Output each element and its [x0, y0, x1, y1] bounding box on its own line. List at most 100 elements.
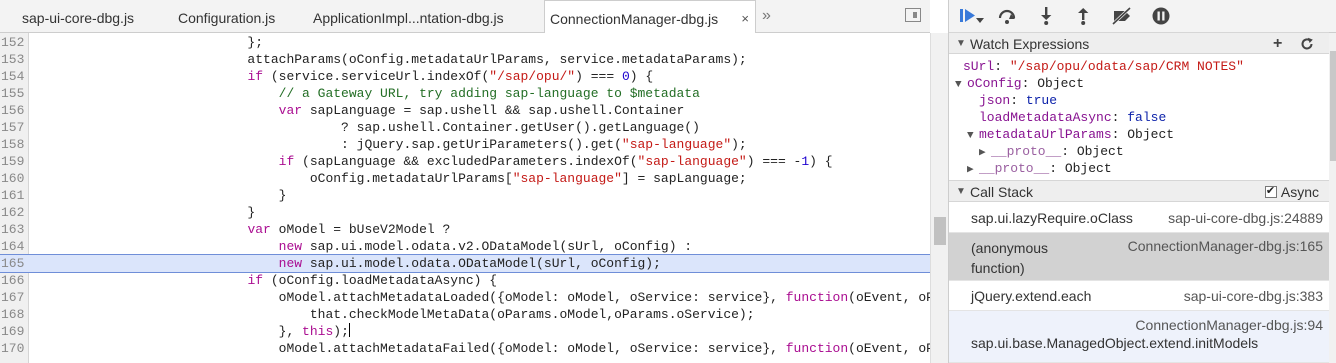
- scrollbar-thumb[interactable]: [1330, 51, 1336, 161]
- watch-entry[interactable]: sUrl: "/sap/opu/odata/sap/CRM NOTES": [955, 58, 1244, 75]
- dropdown-caret-icon[interactable]: [976, 18, 984, 24]
- code-line[interactable]: 163 var oModel = bUseV2Model ?: [0, 221, 930, 238]
- close-icon[interactable]: ×: [741, 1, 749, 33]
- line-number[interactable]: 169: [0, 323, 29, 340]
- code-text: }, this);: [29, 323, 350, 339]
- code-line[interactable]: 164 new sap.ui.model.odata.v2.ODataModel…: [0, 238, 930, 255]
- step-out-icon[interactable]: [1072, 5, 1094, 27]
- code-line[interactable]: 156 var sapLanguage = sap.ushell && sap.…: [0, 102, 930, 119]
- code-text: }: [29, 188, 287, 203]
- more-tabs-icon[interactable]: »: [762, 0, 771, 33]
- code-line[interactable]: 162 }: [0, 204, 930, 221]
- line-number[interactable]: 157: [0, 119, 29, 136]
- scrollbar-thumb[interactable]: [934, 217, 946, 245]
- line-number[interactable]: 168: [0, 306, 29, 323]
- text-cursor: [348, 323, 350, 337]
- code-line[interactable]: 170 oModel.attachMetadataFailed({oModel:…: [0, 340, 930, 357]
- code-line[interactable]: 158 : jQuery.sap.getUriParameters().get(…: [0, 136, 930, 153]
- code-line[interactable]: 168 that.checkModelMetaData(oParams.oMod…: [0, 306, 930, 323]
- code-line[interactable]: 152 };: [0, 34, 930, 51]
- step-over-icon[interactable]: [996, 5, 1018, 27]
- code-line[interactable]: 167 oModel.attachMetadataLoaded({oModel:…: [0, 289, 930, 306]
- collapsed-triangle-icon[interactable]: ▶: [967, 162, 979, 179]
- expand-triangle-icon[interactable]: ▼: [967, 128, 979, 145]
- expand-triangle-icon[interactable]: ▼: [955, 77, 967, 94]
- code-editor[interactable]: 152 }; 153 attachParams(oConfig.metadataU…: [0, 33, 930, 363]
- call-stack-frame[interactable]: jQuery.extend.each sap-ui-core-dbg.js:383: [949, 281, 1329, 311]
- line-number[interactable]: 152: [0, 34, 29, 51]
- watch-expressions-title: Watch Expressions: [970, 36, 1090, 52]
- code-line[interactable]: 154 if (service.serviceUrl.indexOf("/sap…: [0, 68, 930, 85]
- watch-entry[interactable]: ▼ oConfig: Object: [955, 75, 1084, 92]
- step-into-icon[interactable]: [1035, 5, 1057, 27]
- line-number[interactable]: 163: [0, 221, 29, 238]
- line-number[interactable]: 159: [0, 153, 29, 170]
- code-text: that.checkModelMetaData(oParams.oModel,o…: [29, 307, 755, 322]
- code-text: var sapLanguage = sap.ushell && sap.ushe…: [278, 103, 685, 118]
- line-number[interactable]: 164: [0, 238, 29, 255]
- code-line[interactable]: 159 if (sapLanguage && excludedParameter…: [0, 153, 930, 170]
- watch-value: Object: [1127, 127, 1175, 142]
- pause-on-exceptions-icon[interactable]: [1150, 5, 1172, 27]
- code-line[interactable]: 160 oConfig.metadataUrlParams["sap-langu…: [0, 170, 930, 187]
- refresh-watch-button[interactable]: [1300, 37, 1314, 56]
- tab-label: Configuration.js: [178, 10, 276, 26]
- watch-separator: :: [1061, 144, 1077, 159]
- watch-value: Object: [1076, 144, 1124, 159]
- line-number[interactable]: 162: [0, 204, 29, 221]
- tab-label: ApplicationImpl...ntation-dbg.js: [313, 10, 504, 26]
- call-stack-frame[interactable]: (anonymous function) ConnectionManager-db…: [949, 233, 1329, 281]
- frame-location-link[interactable]: sap-ui-core-dbg.js:24889: [1168, 210, 1323, 226]
- frame-location-link[interactable]: ConnectionManager-dbg.js:94: [1135, 317, 1323, 333]
- toggle-debugger-icon[interactable]: [905, 8, 921, 22]
- line-number[interactable]: 158: [0, 136, 29, 153]
- line-number[interactable]: 156: [0, 102, 29, 119]
- line-number[interactable]: 160: [0, 170, 29, 187]
- line-number[interactable]: 165: [0, 255, 29, 272]
- frame-location-link[interactable]: ConnectionManager-dbg.js:165: [1128, 238, 1323, 254]
- code-line[interactable]: 157 ? sap.ushell.Container.getUser().get…: [0, 119, 930, 136]
- code-line[interactable]: 153 attachParams(oConfig.metadataUrlPara…: [0, 51, 930, 68]
- current-execution-line[interactable]: 165 new sap.ui.model.odata.ODataModel(sU…: [0, 254, 930, 273]
- watch-key: metadataUrlParams: [979, 127, 1112, 142]
- call-stack-frame[interactable]: sap.ui.lazyRequire.oClass sap-ui-core-dbg…: [949, 203, 1329, 233]
- frame-function-name: jQuery.extend.each: [971, 288, 1092, 304]
- code-text: if (service.serviceUrl.indexOf("/sap/opu…: [247, 69, 654, 84]
- tab-configuration[interactable]: Configuration.js: [176, 0, 296, 33]
- line-number[interactable]: 155: [0, 85, 29, 102]
- sidebar-scrollbar[interactable]: [1329, 33, 1336, 363]
- deactivate-breakpoints-icon[interactable]: [1111, 5, 1133, 27]
- watch-key: loadMetadataAsync: [979, 110, 1112, 125]
- code-line[interactable]: 166 if (oConfig.loadMetadataAsync) {: [0, 272, 930, 289]
- line-number[interactable]: 166: [0, 272, 29, 289]
- code-line[interactable]: 161 }: [0, 187, 930, 204]
- watch-value: Object: [1037, 76, 1085, 91]
- line-number[interactable]: 170: [0, 340, 29, 357]
- watch-entry[interactable]: json: true: [967, 92, 1057, 109]
- line-number[interactable]: 161: [0, 187, 29, 204]
- watch-entry[interactable]: ▶ __proto__: Object: [967, 160, 1112, 177]
- line-number[interactable]: 153: [0, 51, 29, 68]
- editor-scrollbar[interactable]: [930, 33, 948, 363]
- call-stack-title: Call Stack: [970, 184, 1034, 200]
- watch-entry[interactable]: ▼ metadataUrlParams: Object: [967, 126, 1174, 143]
- tab-sap-ui-core-dbg[interactable]: sap-ui-core-dbg.js: [20, 0, 152, 33]
- line-number[interactable]: 167: [0, 289, 29, 306]
- watch-entry[interactable]: loadMetadataAsync: false: [967, 109, 1166, 126]
- watch-entry[interactable]: ▶ __proto__: Object: [979, 143, 1124, 160]
- frame-location-link[interactable]: sap-ui-core-dbg.js:383: [1184, 288, 1323, 304]
- code-text: if (oConfig.loadMetadataAsync) {: [247, 273, 498, 288]
- code-line[interactable]: 155 // a Gateway URL, try adding sap-lan…: [0, 85, 930, 102]
- code-text: oConfig.metadataUrlParams["sap-language"…: [29, 171, 747, 186]
- add-watch-button[interactable]: +: [1273, 35, 1282, 53]
- tab-connection-manager[interactable]: ConnectionManager-dbg.js ×: [544, 0, 756, 34]
- line-number[interactable]: 154: [0, 68, 29, 85]
- call-stack-frame[interactable]: sap.ui.base.ManagedObject.extend.initMod…: [949, 311, 1329, 363]
- call-stack-header[interactable]: ▼ Call Stack Async: [949, 180, 1329, 202]
- code-line[interactable]: 169 }, this);: [0, 323, 930, 340]
- async-toggle[interactable]: Async: [1264, 184, 1319, 200]
- tab-application-impl[interactable]: ApplicationImpl...ntation-dbg.js: [311, 0, 526, 33]
- code-text: // a Gateway URL, try adding sap-languag…: [278, 86, 700, 101]
- watch-expressions-header[interactable]: ▼ Watch Expressions +: [949, 32, 1329, 54]
- async-checkbox[interactable]: [1264, 184, 1277, 198]
